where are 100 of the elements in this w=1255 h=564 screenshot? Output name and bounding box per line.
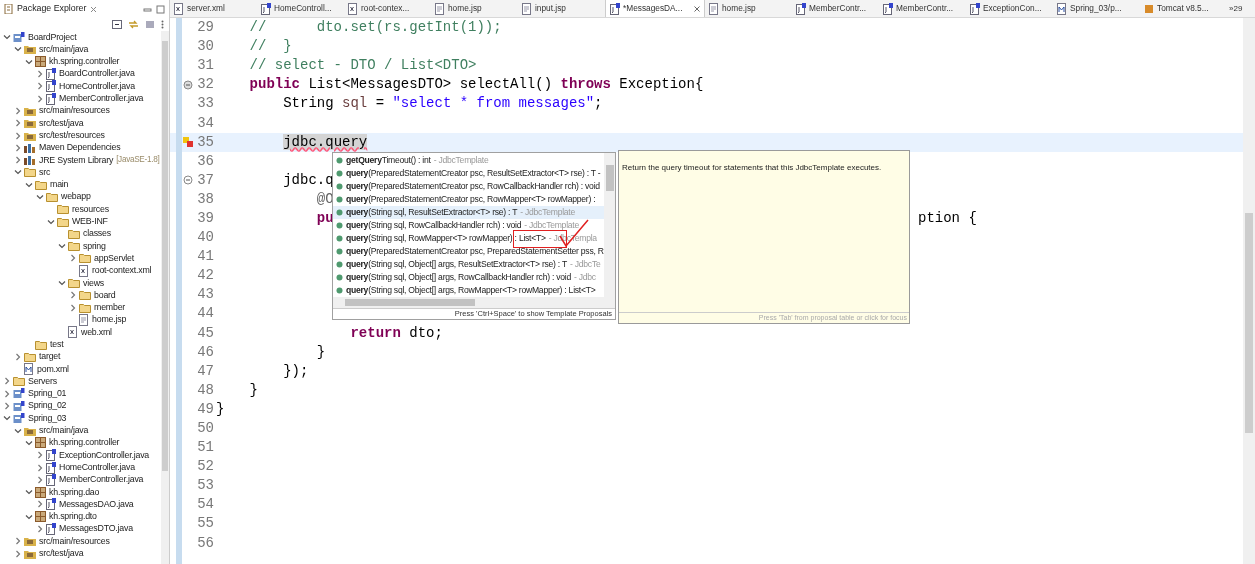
tree-item[interactable]: Maven Dependencies	[39, 141, 121, 155]
editor-tab[interactable]: input.jsp	[518, 0, 605, 17]
line-number: 37	[196, 170, 214, 190]
tree-item[interactable]: src/test/resources	[39, 128, 105, 143]
line-number: 50	[196, 419, 214, 438]
editor-tab[interactable]: server.xml	[170, 0, 257, 17]
tree-item[interactable]: MemberController.java	[59, 473, 144, 487]
tree-item[interactable]: web.xml	[81, 325, 112, 339]
more-tabs-count[interactable]: »29	[1229, 2, 1243, 15]
close-icon[interactable]	[694, 5, 700, 12]
folder-icon	[79, 302, 91, 313]
tree-item[interactable]: main	[50, 178, 69, 192]
tree-item[interactable]: home.jsp	[92, 313, 127, 327]
view-title[interactable]: Package Explorer	[17, 2, 87, 16]
line-number: 47	[196, 361, 214, 381]
tree-item[interactable]: appServlet	[94, 251, 135, 266]
tree-item[interactable]: src/test/java	[39, 116, 84, 130]
proposal-item[interactable]: query(String sql, Object[] args, ResultSetExtractor<T> rse) : T - JdbcTe	[333, 258, 604, 271]
tree-item[interactable]: src/test/java	[39, 547, 84, 561]
folder-icon	[24, 167, 36, 178]
tree-item[interactable]: Servers	[28, 374, 57, 389]
tree-item[interactable]: target	[39, 350, 61, 364]
folder-icon	[79, 253, 91, 264]
tree-item[interactable]: kh.spring.dto	[49, 510, 97, 524]
tree-item[interactable]: kh.spring.controller	[49, 55, 120, 69]
editor-tab[interactable]: home.jsp	[705, 0, 792, 17]
code-text: throws	[560, 76, 611, 93]
editor-scrollbar[interactable]	[1243, 18, 1255, 564]
editor-tab[interactable]: MemberContr...	[792, 0, 879, 17]
collapse-all-icon[interactable]	[112, 20, 122, 29]
tree-item[interactable]: src/main/resources	[39, 534, 110, 548]
tree-item[interactable]: board	[94, 288, 116, 302]
folder-icon	[46, 192, 58, 202]
tree-item[interactable]: HomeController.java	[59, 460, 135, 475]
maven-file-icon	[24, 363, 34, 376]
code-text: public	[249, 76, 301, 93]
tree-item[interactable]: views	[83, 276, 104, 290]
close-icon[interactable]	[90, 5, 98, 13]
editor-tab[interactable]: root-contex...	[344, 0, 431, 17]
tree-item[interactable]: kh.spring.controller	[49, 436, 120, 450]
proposal-item[interactable]: query(String sql, ResultSetExtractor<T> rse) : T - JdbcTemplate	[333, 206, 604, 219]
tree-item[interactable]: resources	[72, 202, 109, 216]
line-number: 30	[196, 37, 214, 57]
tree-scrollbar[interactable]	[161, 31, 169, 564]
tree-item[interactable]: src/main/resources	[39, 104, 110, 118]
editor-tab[interactable]: HomeControll...	[257, 0, 344, 17]
code-text: dto;	[409, 324, 443, 341]
xml-file-icon	[68, 326, 78, 339]
editor-tab[interactable]: home.jsp	[431, 0, 518, 17]
project-icon	[13, 400, 25, 412]
fold-icon[interactable]	[183, 175, 193, 186]
jsp-file-icon	[79, 313, 89, 326]
line-number: 35	[196, 132, 214, 152]
horizontal-scrollbar[interactable]	[333, 297, 615, 308]
tree-item[interactable]: pom.xml	[37, 362, 69, 376]
tree-item[interactable]: webapp	[61, 190, 91, 204]
filter-icon[interactable]	[145, 20, 155, 29]
proposal-item[interactable]: query(String sql, Object[] args, RowCallbackHandler rch) : void - Jdbc	[333, 271, 604, 284]
tree-item[interactable]: JRE System Library	[39, 153, 114, 167]
tree-item[interactable]: kh.spring.dao	[49, 485, 100, 499]
tree-item[interactable]: MemberController.java	[59, 92, 144, 106]
editor-tab[interactable]: MemberContr...	[879, 0, 966, 17]
tree-item[interactable]: HomeController.java	[59, 79, 135, 93]
tree-item[interactable]: MessagesDTO.java	[59, 522, 133, 536]
tree-item[interactable]: spring	[83, 239, 106, 253]
tree-item[interactable]: src	[39, 165, 51, 179]
tree-item[interactable]: root-context.xml	[92, 264, 152, 278]
editor-tab[interactable]: ExceptionCon...	[966, 0, 1053, 17]
tree-item[interactable]: Spring_01	[28, 387, 67, 401]
code-text: return	[350, 324, 401, 341]
tree-item[interactable]: BoardProject	[28, 31, 77, 44]
library-icon	[24, 142, 36, 153]
view-menu-icon[interactable]	[161, 20, 164, 29]
tree-item[interactable]: Spring_03	[28, 411, 67, 425]
tree-item[interactable]: member	[94, 301, 126, 315]
tree-item[interactable]: ExceptionController.java	[59, 448, 150, 462]
project-icon	[13, 412, 25, 424]
tree-item[interactable]: classes	[83, 227, 111, 241]
code-text: ;	[594, 95, 603, 112]
line-number: 44	[196, 304, 214, 324]
vertical-scrollbar[interactable]	[604, 153, 615, 297]
link-editor-icon[interactable]	[128, 20, 139, 29]
method-owner: - JdbcTe	[570, 258, 601, 271]
editor-tab[interactable]: Tomcat v8.5...	[1140, 0, 1227, 17]
tree-item[interactable]: src/main/java	[39, 424, 89, 438]
maximize-icon[interactable]	[156, 4, 165, 14]
tree-item[interactable]: WEB-INF	[72, 215, 108, 229]
line-number: 33	[196, 94, 214, 114]
error-marker-icon	[183, 137, 193, 148]
tree-item[interactable]: BoardController.java	[59, 67, 135, 81]
line-number: 36	[196, 151, 214, 171]
editor-tab[interactable]: Spring_03/p...	[1053, 0, 1140, 17]
method-owner: - JdbcTemplate	[520, 206, 576, 219]
proposal-item[interactable]: getQueryTimeout() : int - JdbcTemplate	[333, 154, 604, 167]
tree-item[interactable]: src/main/java	[39, 42, 89, 57]
tree-item[interactable]: test	[50, 338, 64, 352]
editor-tab[interactable]: *MessagesDA...	[605, 0, 705, 17]
tree-item[interactable]: MessagesDAO.java	[59, 497, 134, 512]
proposal-item[interactable]: query(String sql, RowCallbackHandler rch) : void - JdbcTemplate	[333, 219, 604, 232]
tree-item[interactable]: Spring_02	[28, 399, 67, 413]
